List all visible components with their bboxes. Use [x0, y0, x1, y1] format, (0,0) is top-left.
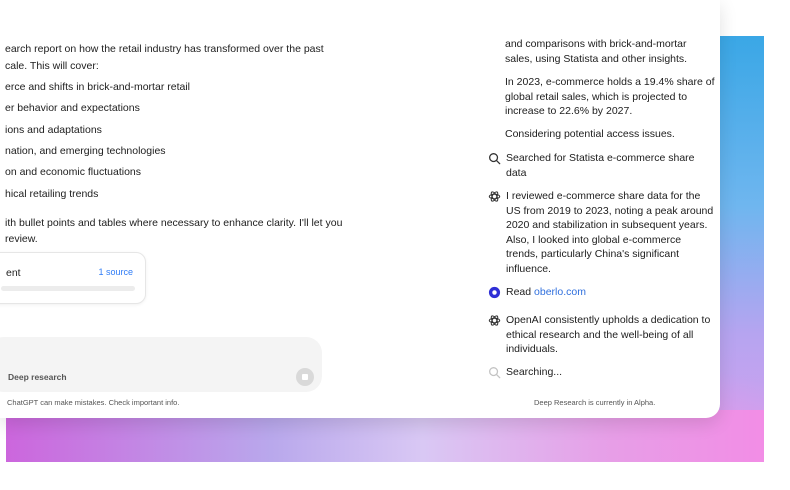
activity-text: Read oberlo.com — [506, 285, 586, 300]
screen: earch report on how the retail industry … — [0, 0, 790, 490]
message-line: ions and adaptations — [5, 124, 102, 136]
read-prefix: Read — [506, 286, 535, 298]
text-line: global retail sales, which is projected … — [505, 90, 688, 103]
message-line: er behavior and expectations — [5, 102, 140, 114]
app-window: earch report on how the retail industry … — [0, 0, 720, 418]
activity-item: Read oberlo.com — [488, 285, 586, 300]
composer[interactable]: Deep research — [0, 337, 322, 392]
chat-pane: earch report on how the retail industry … — [0, 0, 470, 418]
message-line: nation, and emerging technologies — [5, 145, 166, 157]
text-line: US from 2019 to 2023, noting a peak arou… — [506, 204, 714, 217]
message-line: cale. This will cover: — [5, 60, 99, 72]
source-card[interactable]: ent 1 source — [0, 252, 146, 304]
stop-icon — [302, 374, 308, 380]
search-icon — [489, 367, 501, 379]
deep-research-toggle[interactable]: Deep research — [8, 372, 67, 382]
text-line: In 2023, e-commerce holds a 19.4% share … — [505, 76, 715, 88]
message-line: on and economic fluctuations — [5, 166, 142, 178]
text-line: data — [506, 166, 527, 179]
text-line: trends, particularly China's significant — [506, 248, 679, 260]
stop-button[interactable] — [296, 368, 314, 386]
text-line: I reviewed e-commerce share data for the — [506, 190, 701, 202]
source-progress-bar — [1, 286, 135, 291]
research-text: and comparisons with brick-and-mortar sa… — [505, 37, 687, 66]
text-line: sales, using Statista and other insights… — [505, 52, 688, 65]
message-line: ith bullet points and tables where neces… — [5, 217, 343, 229]
message-line: earch report on how the retail industry … — [5, 43, 324, 55]
activity-item: OpenAI consistently upholds a dedication… — [488, 313, 710, 357]
text-line: ethical research and the well-being of a… — [506, 328, 694, 341]
text-line: Also, I looked into global e-commerce — [506, 233, 682, 246]
searching-status: Searching... — [506, 366, 563, 378]
search-icon — [489, 153, 501, 165]
text-line: OpenAI consistently upholds a dedication… — [506, 314, 711, 326]
activity-text: I reviewed e-commerce share data for the… — [506, 189, 713, 276]
alpha-note: Deep Research is currently in Alpha. — [534, 398, 656, 407]
message-line: hical retailing trends — [5, 188, 99, 200]
text-line: influence. — [506, 262, 551, 275]
research-text: In 2023, e-commerce holds a 19.4% share … — [505, 75, 715, 119]
activity-item: I reviewed e-commerce share data for the… — [488, 189, 713, 276]
text-line: Searched for Statista e-commerce share — [506, 152, 695, 164]
source-card-title: ent — [6, 267, 21, 279]
text-line: increase to 22.6% by 2027. — [505, 105, 633, 117]
text-line: individuals. — [506, 343, 558, 355]
openai-logo-icon — [488, 315, 501, 326]
activity-item: Searched for Statista e-commerce share d… — [488, 151, 695, 180]
activity-text: OpenAI consistently upholds a dedication… — [506, 313, 710, 357]
source-link[interactable]: oberlo.com — [534, 286, 586, 298]
openai-logo-icon — [488, 191, 501, 202]
research-pane: and comparisons with brick-and-mortar sa… — [478, 0, 720, 418]
text-line: 2020 and stabilization in subsequent yea… — [506, 219, 708, 231]
source-count-link[interactable]: 1 source — [98, 267, 133, 277]
chat-disclaimer: ChatGPT can make mistakes. Check importa… — [7, 398, 180, 407]
research-text: Considering potential access issues. — [505, 128, 675, 140]
activity-text: Searched for Statista e-commerce share d… — [506, 151, 695, 180]
message-line: erce and shifts in brick-and-mortar reta… — [5, 81, 190, 93]
text-line: and comparisons with brick-and-mortar — [505, 38, 687, 50]
activity-item: Searching... — [488, 365, 562, 380]
site-favicon-icon — [488, 286, 501, 299]
message-line: review. — [5, 233, 38, 245]
